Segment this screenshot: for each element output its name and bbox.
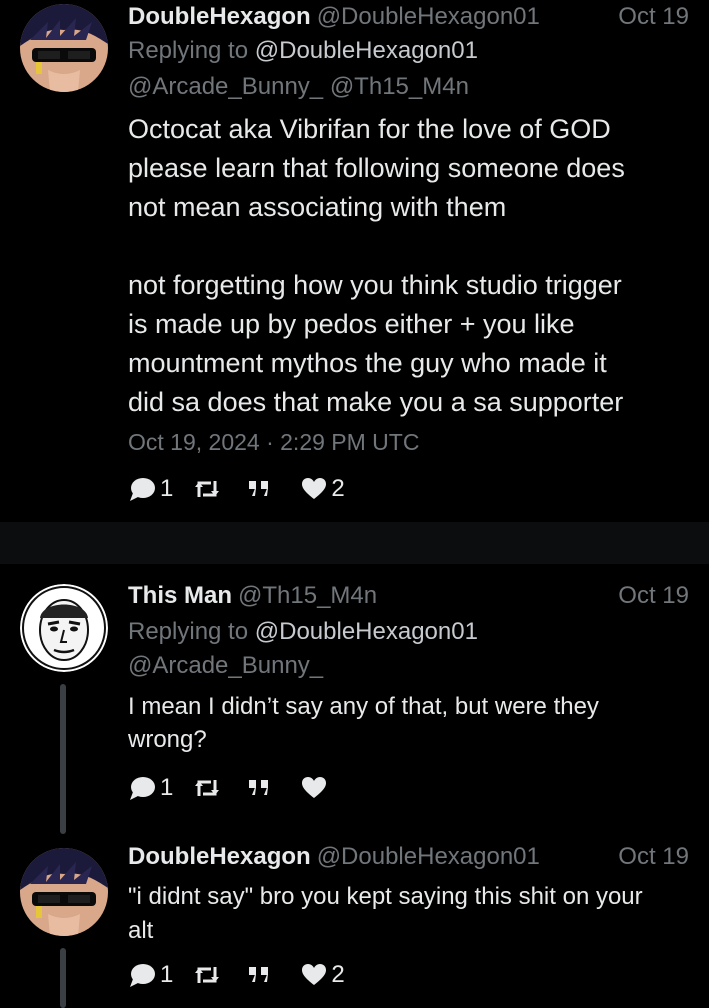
quote-icon [249,780,269,795]
replying-to-mention[interactable]: @DoubleHexagon01 [255,618,478,645]
reply-count: 1 [160,475,174,502]
reply-button[interactable]: 1 [128,774,183,802]
heart-icon [302,478,327,499]
tweet-actions: 1 [128,773,341,803]
tweet-timestamp[interactable]: Oct 19, 2024 · 2:29 PM UTC [128,427,419,457]
user-handle[interactable]: @Th15_M4n [238,582,377,609]
like-count: 2 [331,475,345,502]
avatar-doublehexagon[interactable] [20,848,108,936]
heart-icon [302,964,327,985]
replying-to-line: Replying to @DoubleHexagon01 [128,34,478,68]
tweet-text: I mean I didn’t say any of that, but wer… [128,693,599,753]
retweet-button[interactable] [193,963,237,987]
retweet-button[interactable] [193,477,237,501]
quote-button[interactable] [247,777,285,799]
like-button[interactable] [301,776,341,800]
tweet-actions: 1 2 [128,960,355,990]
tweet-date[interactable]: Oct 19 [618,842,689,872]
retweet-button[interactable] [193,776,237,800]
comment-bubble-icon [130,964,155,987]
tweet-doublehexagon-reply[interactable]: DoubleHexagon @DoubleHexagon01 Oct 19 "i … [0,840,709,1008]
display-name[interactable]: DoubleHexagon [128,843,311,870]
retweet-icon [195,481,220,497]
anime-character-avatar-icon [20,4,108,92]
user-handle[interactable]: @DoubleHexagon01 [317,843,540,870]
thread-connector-line [60,948,66,1008]
like-button[interactable]: 2 [301,961,354,989]
replying-to-more[interactable]: @Arcade_Bunny_ [128,649,323,683]
retweet-icon [195,780,220,796]
replying-to-mention[interactable]: @DoubleHexagon01 [255,37,478,64]
replying-to-more[interactable]: @Arcade_Bunny_ @Th15_M4n [128,70,469,104]
reply-count: 1 [160,961,174,988]
like-count: 2 [331,961,345,988]
tweet-actions: 1 2 [128,474,355,504]
tweet-thisman[interactable]: This Man @Th15_M4n Oct 19 Replying to @Do… [0,564,709,840]
tweet-text: Octocat aka Vibrifan for the love of GOD… [128,114,625,417]
thread-divider [0,522,709,564]
quote-button[interactable] [247,478,285,500]
reply-button[interactable]: 1 [128,961,183,989]
tweet-doublehexagon-main[interactable]: DoubleHexagon @DoubleHexagon01 Oct 19 Rep… [0,0,709,522]
comment-bubble-icon [130,777,155,800]
retweet-icon [195,967,220,983]
display-name[interactable]: DoubleHexagon [128,3,311,30]
quote-button[interactable] [247,964,285,986]
replying-to-label: Replying to [128,37,249,64]
thread-connector-line [60,684,66,834]
comment-bubble-icon [130,478,155,501]
replying-to-line: Replying to @DoubleHexagon01 [128,615,478,649]
quote-icon [249,967,269,982]
user-handle[interactable]: @DoubleHexagon01 [317,3,540,30]
anime-character-avatar-icon [20,848,108,936]
quote-icon [249,481,269,496]
reply-button[interactable]: 1 [128,475,183,503]
avatar-thisman[interactable] [20,584,108,672]
tweet-date[interactable]: Oct 19 [618,2,689,32]
face-sketch-avatar-icon [20,584,108,672]
tweet-header: This Man @Th15_M4n [128,581,377,611]
tweet-header: DoubleHexagon @DoubleHexagon01 [128,842,540,872]
like-button[interactable]: 2 [301,475,354,503]
avatar-doublehexagon[interactable] [20,4,108,92]
tweet-header: DoubleHexagon @DoubleHexagon01 [128,2,540,32]
replying-to-label: Replying to [128,618,249,645]
tweet-text: "i didnt say" bro you kept saying this s… [128,883,643,944]
display-name[interactable]: This Man [128,582,232,609]
reply-count: 1 [160,774,174,801]
tweet-date[interactable]: Oct 19 [618,581,689,611]
heart-icon [302,777,327,798]
